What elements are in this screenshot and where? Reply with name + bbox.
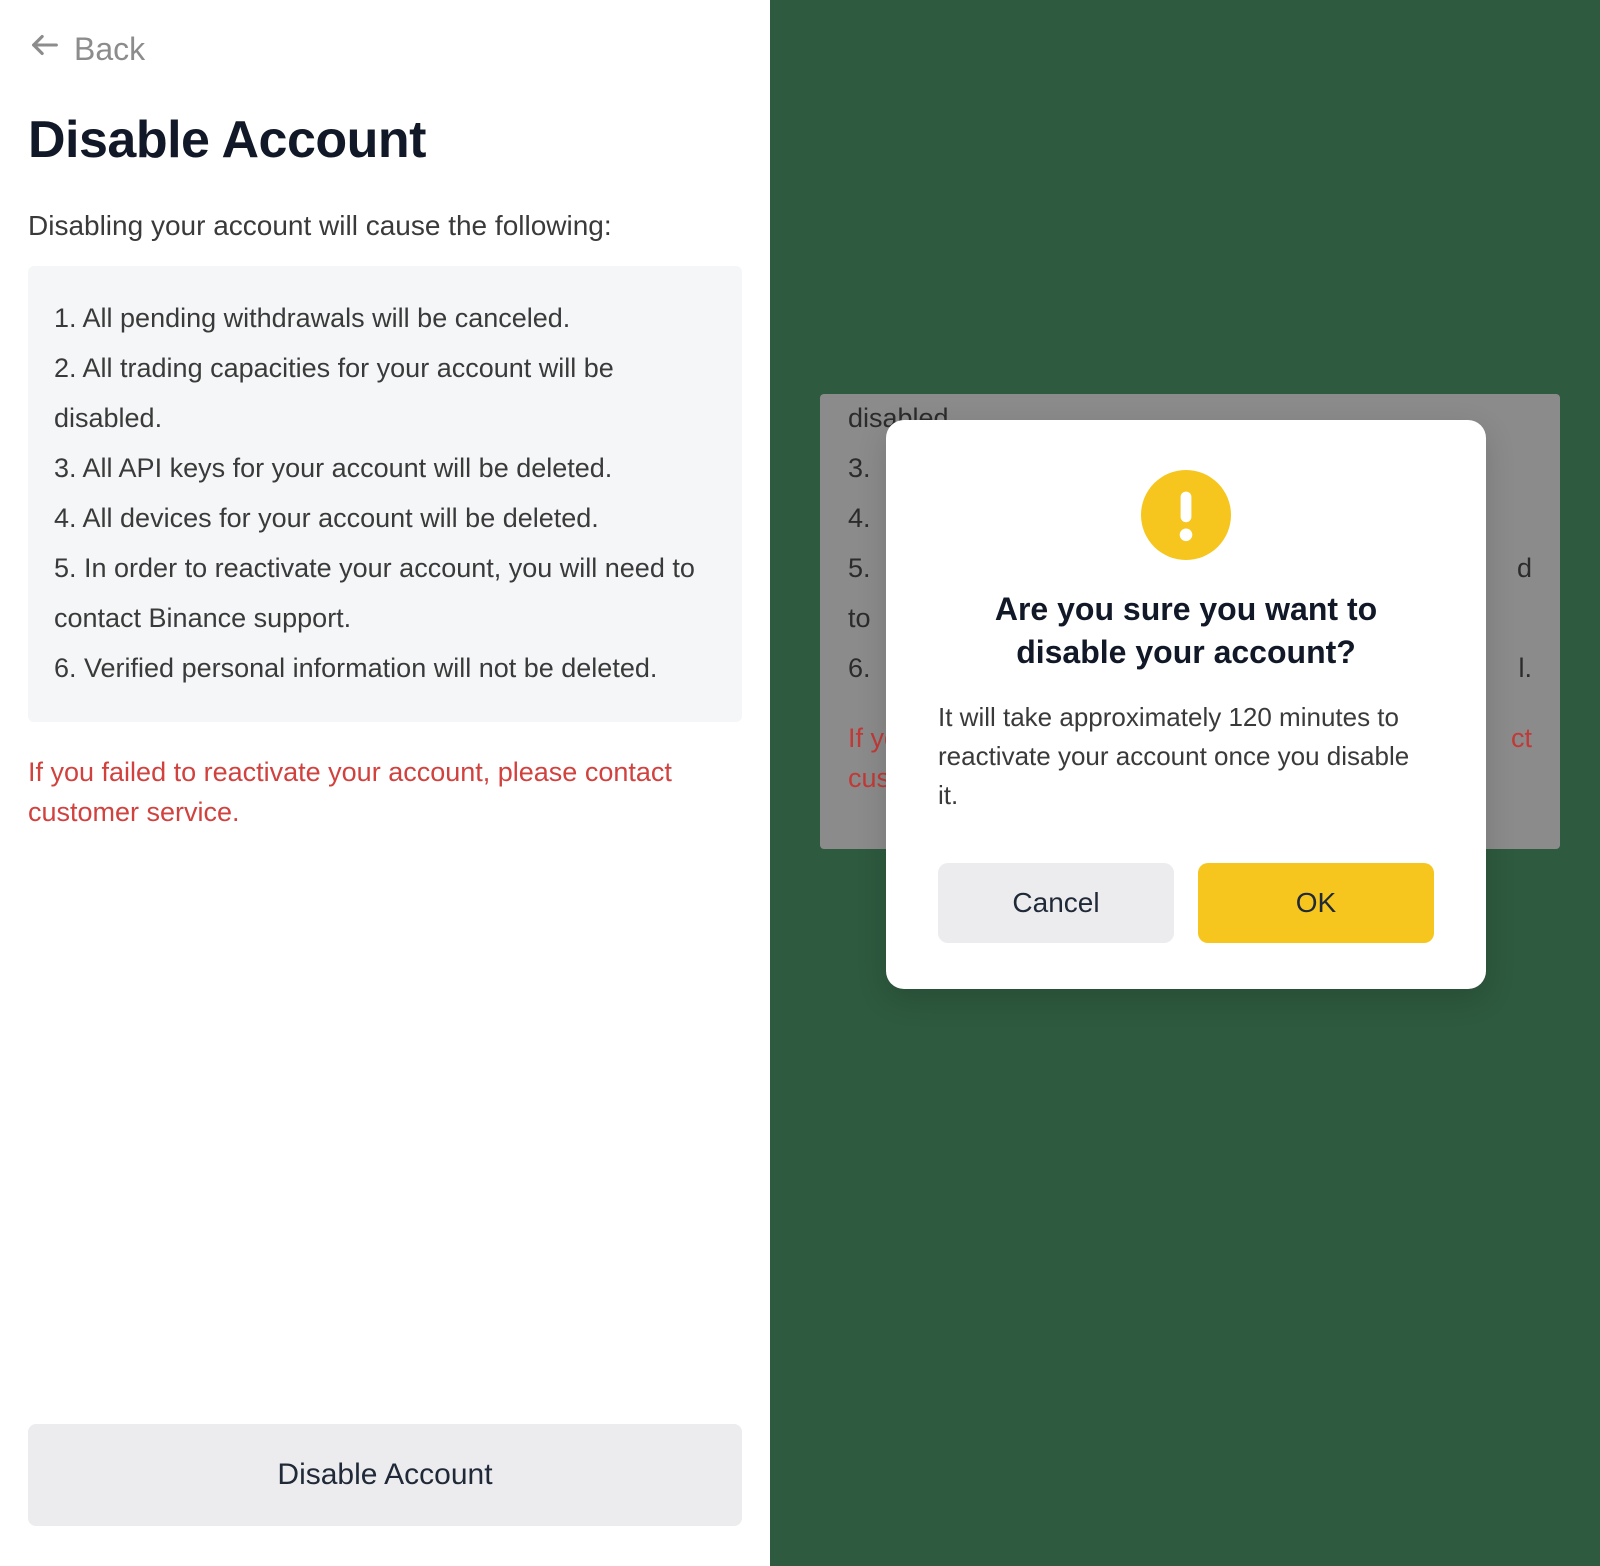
effect-item: 5. In order to reactivate your account, … (54, 544, 716, 644)
intro-text: Disabling your account will cause the fo… (28, 210, 742, 242)
effect-item: 4. All devices for your account will be … (54, 494, 716, 544)
back-button[interactable]: Back (28, 28, 742, 70)
effect-item: 3. All API keys for your account will be… (54, 444, 716, 494)
confirm-dialog: Are you sure you want to disable your ac… (886, 420, 1486, 989)
effect-item: 6. Verified personal information will no… (54, 644, 716, 694)
disable-account-screen: Back Disable Account Disabling your acco… (0, 0, 770, 1566)
dialog-buttons: Cancel OK (938, 863, 1434, 943)
page-title: Disable Account (28, 110, 742, 170)
dialog-body: It will take approximately 120 minutes t… (938, 698, 1434, 815)
cancel-button[interactable]: Cancel (938, 863, 1174, 943)
ok-button[interactable]: OK (1198, 863, 1434, 943)
arrow-left-icon (28, 28, 62, 70)
disable-account-button[interactable]: Disable Account (28, 1424, 742, 1526)
reactivate-warning: If you failed to reactivate your account… (28, 752, 742, 833)
dialog-title: Are you sure you want to disable your ac… (938, 588, 1434, 674)
effect-item: 1. All pending withdrawals will be cance… (54, 294, 716, 344)
effects-list: 1. All pending withdrawals will be cance… (28, 266, 742, 722)
effect-item: 2. All trading capacities for your accou… (54, 344, 716, 444)
warning-icon (938, 470, 1434, 560)
back-label: Back (74, 31, 145, 68)
confirmation-screen: disabled. 3. 4. 5.d to 6.l. If youct cus… (770, 0, 1600, 1566)
